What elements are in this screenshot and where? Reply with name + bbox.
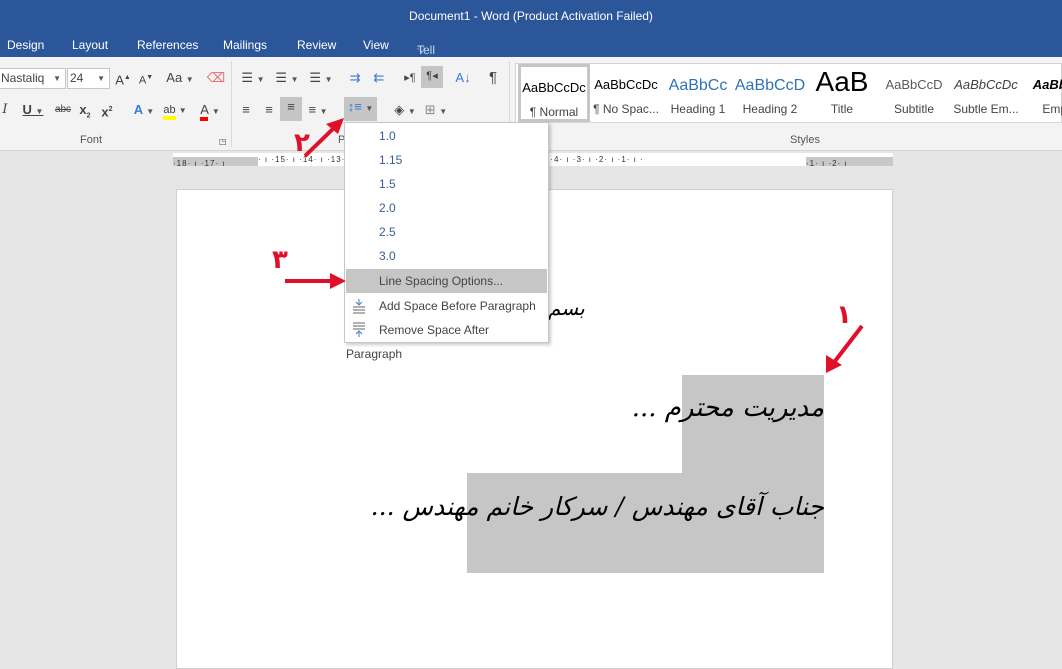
annotation-label-2: ۲ (294, 128, 310, 158)
annotation-label-3: ۳ (272, 245, 288, 275)
annotation-arrows (285, 118, 864, 373)
annotation-arrow-1 (830, 324, 864, 367)
annotation-arrowhead-3 (330, 273, 346, 289)
annotation-label-1: ۱ (836, 300, 852, 330)
